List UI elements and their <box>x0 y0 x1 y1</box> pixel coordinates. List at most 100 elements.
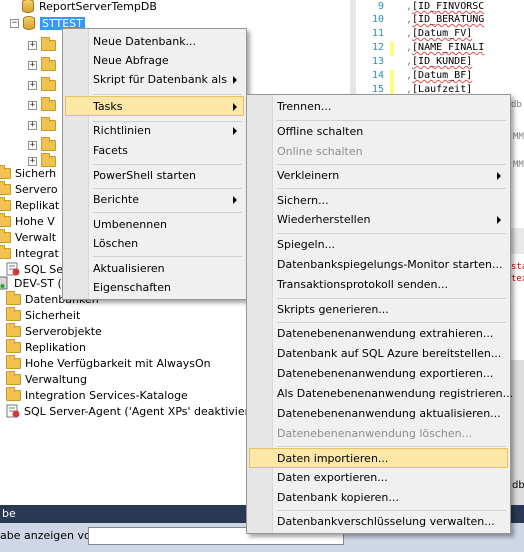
menu-item-datenebene-extrahieren[interactable]: Datenebenenanwendung extrahieren... <box>249 324 508 344</box>
menu-item-label: Datenbank auf SQL Azure bereitstellen... <box>277 347 502 360</box>
tree-item-label: ReportServerTempDB <box>39 0 157 13</box>
line-number: 14 <box>371 70 384 81</box>
menu-item-tasks[interactable]: Tasks <box>65 96 244 116</box>
menu-item-wiederherstellen[interactable]: Wiederherstellen <box>249 210 508 230</box>
expand-icon[interactable]: + <box>28 40 37 50</box>
menu-item-verkleinern[interactable]: Verkleinern <box>249 166 508 186</box>
menu-item-label: Sichern... <box>277 194 329 207</box>
expand-icon[interactable]: + <box>28 120 37 130</box>
folder-icon <box>6 386 21 401</box>
tree-item-label: Replikat <box>15 198 60 212</box>
menu-item-label: Datenebenenanwendung löschen... <box>277 427 473 440</box>
menu-item-label: PowerShell starten <box>93 169 196 182</box>
menu-item-daten-exportieren[interactable]: Daten exportieren... <box>249 468 508 488</box>
menu-item-spiegeln[interactable]: Spiegeln... <box>249 235 508 255</box>
expand-icon[interactable]: + <box>28 60 37 70</box>
menu-item-sql-azure-bereitstellen[interactable]: Datenbank auf SQL Azure bereitstellen... <box>249 344 508 364</box>
menu-item-verschluesselung-verwalten[interactable]: Datenbankverschlüsselung verwalten... <box>249 512 508 532</box>
tree-item-child-folder[interactable]: + <box>28 96 60 114</box>
menu-item-label: Richtlinien <box>93 124 151 137</box>
menu-item-berichte[interactable]: Berichte <box>65 190 244 210</box>
tree-item-child-folder[interactable]: + <box>28 56 60 74</box>
menu-item-label: Facets <box>93 144 128 157</box>
code-identifier: [ID_KUNDE] <box>412 56 473 67</box>
panel-title: be <box>2 507 16 520</box>
line-number: 10 <box>371 14 384 25</box>
expand-icon[interactable]: + <box>28 100 37 110</box>
folder-icon <box>6 354 21 369</box>
code-identifier: [Datum_BF] <box>412 70 473 81</box>
folder-icon <box>41 56 56 71</box>
menu-item-online-schalten: Online schalten <box>249 142 508 162</box>
submenu-arrow-icon <box>233 196 237 204</box>
menu-item-label: Als Datenebenenanwendung registrieren... <box>277 387 514 400</box>
expand-icon[interactable]: + <box>28 140 37 150</box>
menu-item-label: Datenbankspiegelungs-Monitor starten... <box>277 258 503 271</box>
collapse-icon[interactable]: − <box>10 18 19 28</box>
submenu-arrow-icon <box>233 127 237 135</box>
filter-label: abe anzeigen von: <box>0 529 102 542</box>
menu-item-label: Datenebenenanwendung extrahieren... <box>277 327 494 340</box>
folder-icon <box>0 180 11 195</box>
tree-item-child-folder[interactable]: + <box>28 76 60 94</box>
menu-item-label: Transaktionsprotokoll senden... <box>277 278 449 291</box>
line-number: 12 <box>371 42 384 53</box>
menu-item-label: Datenebenenanwendung aktualisieren... <box>277 407 501 420</box>
menu-separator <box>93 94 242 95</box>
menu-item-transaktionsprotokoll-senden[interactable]: Transaktionsprotokoll senden... <box>249 275 508 295</box>
folder-icon <box>0 228 11 243</box>
submenu-arrow-icon <box>497 216 501 224</box>
code-line: ,[Datum_BF] <box>406 70 473 81</box>
menu-item-datenebene-exportieren[interactable]: Datenebenenanwendung exportieren... <box>249 364 508 384</box>
submenu-arrow-icon <box>233 103 237 111</box>
menu-item-loeschen[interactable]: Löschen <box>65 234 244 254</box>
database-icon <box>22 0 34 13</box>
code-line: ,[NAME_FINALI <box>406 42 485 53</box>
menu-item-datenbank-kopieren[interactable]: Datenbank kopieren... <box>249 488 508 508</box>
menu-separator <box>93 188 242 189</box>
line-number: 13 <box>371 56 384 67</box>
menu-item-datenebene-registrieren[interactable]: Als Datenebenenanwendung registrieren... <box>249 384 513 404</box>
menu-item-aktualisieren[interactable]: Aktualisieren <box>65 259 244 279</box>
menu-item-label: Umbenennen <box>93 218 167 231</box>
menu-item-daten-importieren[interactable]: Daten importieren... <box>249 448 508 468</box>
menu-item-spiegelungs-monitor[interactable]: Datenbankspiegelungs-Monitor starten... <box>249 255 508 275</box>
menu-item-facets[interactable]: Facets <box>65 141 244 161</box>
tree-item-child-folder[interactable]: + <box>28 116 60 134</box>
menu-item-offline-schalten[interactable]: Offline schalten <box>249 122 508 142</box>
tree-item-label: Verwaltung <box>25 372 87 386</box>
folder-icon <box>0 164 11 179</box>
menu-item-trennen[interactable]: Trennen... <box>249 97 508 117</box>
folder-icon <box>41 96 56 111</box>
menu-item-label: Skripts generieren... <box>277 303 389 316</box>
menu-item-neue-datenbank[interactable]: Neue Datenbank... <box>65 32 244 52</box>
menu-item-sichern[interactable]: Sichern... <box>249 191 508 211</box>
menu-item-skript-fuer-datenbank[interactable]: Skript für Datenbank als <box>65 70 244 90</box>
menu-separator <box>277 510 506 511</box>
menu-item-label: Datenbankverschlüsselung verwalten... <box>277 515 495 528</box>
menu-item-neue-abfrage[interactable]: Neue Abfrage <box>65 51 244 71</box>
menu-item-powershell-starten[interactable]: PowerShell starten <box>65 166 244 186</box>
tree-item-reportservertempdb[interactable]: ReportServerTempDB <box>22 0 157 15</box>
menu-item-skripts-generieren[interactable]: Skripts generieren... <box>249 300 508 320</box>
panel-fragment: dbg <box>512 480 524 491</box>
tree-item-label: SQL Server-Agent ('Agent XPs' deaktivier… <box>24 404 258 418</box>
menu-item-eigenschaften[interactable]: Eigenschaften <box>65 278 244 298</box>
menu-item-label: Trennen... <box>277 100 332 113</box>
menu-item-datenebene-aktualisieren[interactable]: Datenebenenanwendung aktualisieren... <box>249 404 508 424</box>
menu-item-datenebene-loeschen: Datenebenenanwendung löschen... <box>249 424 508 444</box>
menu-item-umbenennen[interactable]: Umbenennen <box>65 215 244 235</box>
tree-item-sql-server-agent-2[interactable]: SQL Server-Agent ('Agent XPs' deaktivier… <box>6 402 258 420</box>
tree-item-label: Servero <box>15 182 58 196</box>
menu-item-richtlinien[interactable]: Richtlinien <box>65 121 244 141</box>
tree-item-label: Sicherh <box>15 166 57 180</box>
change-marker <box>390 70 394 84</box>
line-number: 9 <box>377 1 384 12</box>
change-marker <box>390 42 394 56</box>
expand-icon[interactable]: + <box>28 80 37 90</box>
code-identifier: [NAME_FINALI <box>412 42 485 53</box>
tree-item-child-folder[interactable]: + <box>28 36 60 54</box>
folder-icon <box>6 338 21 353</box>
code-line: ,[Datum_FV] <box>406 28 473 39</box>
menu-separator <box>93 256 242 257</box>
